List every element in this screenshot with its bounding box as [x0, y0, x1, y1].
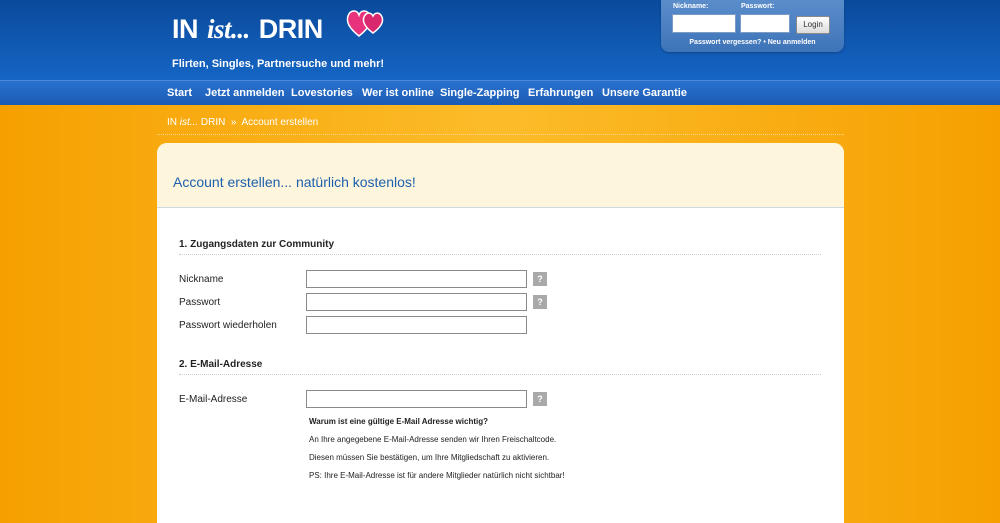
email-input[interactable] [306, 390, 527, 408]
email-info-heading: Warum ist eine gültige E-Mail Adresse wi… [309, 417, 488, 426]
section-divider [179, 254, 821, 255]
login-password-label: Passwort: [741, 3, 775, 10]
section-divider [179, 374, 821, 375]
site-logo[interactable]: IN ist... DRIN [172, 14, 323, 45]
login-nickname-input[interactable] [672, 14, 736, 33]
nickname-input[interactable] [306, 270, 527, 288]
nav-jetzt-anmelden[interactable]: Jetzt anmelden [205, 87, 284, 99]
register-link[interactable]: Neu anmelden [768, 39, 816, 46]
register-panel: Account erstellen... natürlich kostenlos… [157, 143, 844, 523]
panel-header: Account erstellen... natürlich kostenlos… [157, 143, 844, 208]
breadcrumb-divider [157, 134, 844, 135]
login-box: Nickname: Passwort: Login Passwort verge… [661, 0, 844, 52]
login-password-input[interactable] [740, 14, 790, 33]
nav-wer-ist-online[interactable]: Wer ist online [362, 87, 434, 99]
site-header: IN ist... DRIN Flirten, Singles, Partner… [0, 0, 1000, 80]
nav-erfahrungen[interactable]: Erfahrungen [528, 87, 593, 99]
login-links-separator: • [763, 39, 766, 46]
login-button[interactable]: Login [796, 16, 830, 34]
email-info-line-1: An Ihre angegebene E-Mail-Adresse senden… [309, 435, 557, 444]
main-nav: Start Jetzt anmelden Lovestories Wer ist… [0, 80, 1000, 105]
breadcrumb: IN ist... DRIN » Account erstellen [167, 117, 318, 128]
password-input[interactable] [306, 293, 527, 311]
breadcrumb-current: Account erstellen [241, 117, 319, 128]
logo-text-ist: ist... [207, 14, 250, 44]
breadcrumb-separator: » [230, 117, 237, 128]
forgot-password-link[interactable]: Passwort vergessen? [689, 39, 761, 46]
section-title-access: 1. Zugangsdaten zur Community [179, 239, 335, 250]
email-info-line-3: PS: Ihre E-Mail-Adresse ist für andere M… [309, 471, 565, 480]
password-help-icon[interactable]: ? [533, 295, 547, 309]
login-links: Passwort vergessen? • Neu anmelden [661, 39, 844, 46]
page-title: Account erstellen... natürlich kostenlos… [173, 174, 416, 190]
breadcrumb-home-drin: DRIN [200, 117, 226, 128]
nickname-help-icon[interactable]: ? [533, 272, 547, 286]
nav-unsere-garantie[interactable]: Unsere Garantie [602, 87, 687, 99]
hearts-icon [346, 10, 384, 37]
nav-start[interactable]: Start [167, 87, 192, 99]
section-title-email: 2. E-Mail-Adresse [179, 359, 263, 370]
logo-text-in: IN [172, 14, 199, 44]
logo-text-drin: DRIN [258, 14, 324, 44]
email-help-icon[interactable]: ? [533, 392, 547, 406]
email-info-line-2: Diesen müssen Sie bestätigen, um Ihre Mi… [309, 453, 550, 462]
password-repeat-input[interactable] [306, 316, 527, 334]
login-nickname-label: Nickname: [673, 3, 709, 10]
nav-lovestories[interactable]: Lovestories [291, 87, 353, 99]
breadcrumb-home[interactable]: IN ist... DRIN [167, 117, 225, 128]
nickname-label: Nickname [179, 274, 224, 285]
breadcrumb-home-part: IN [167, 117, 177, 128]
site-tagline: Flirten, Singles, Partnersuche und mehr! [172, 58, 385, 70]
nav-single-zapping[interactable]: Single-Zapping [440, 87, 519, 99]
email-label: E-Mail-Adresse [179, 394, 248, 405]
breadcrumb-home-ist: ist... [179, 117, 199, 128]
password-repeat-label: Passwort wiederholen [179, 320, 277, 331]
password-label: Passwort [179, 297, 221, 308]
